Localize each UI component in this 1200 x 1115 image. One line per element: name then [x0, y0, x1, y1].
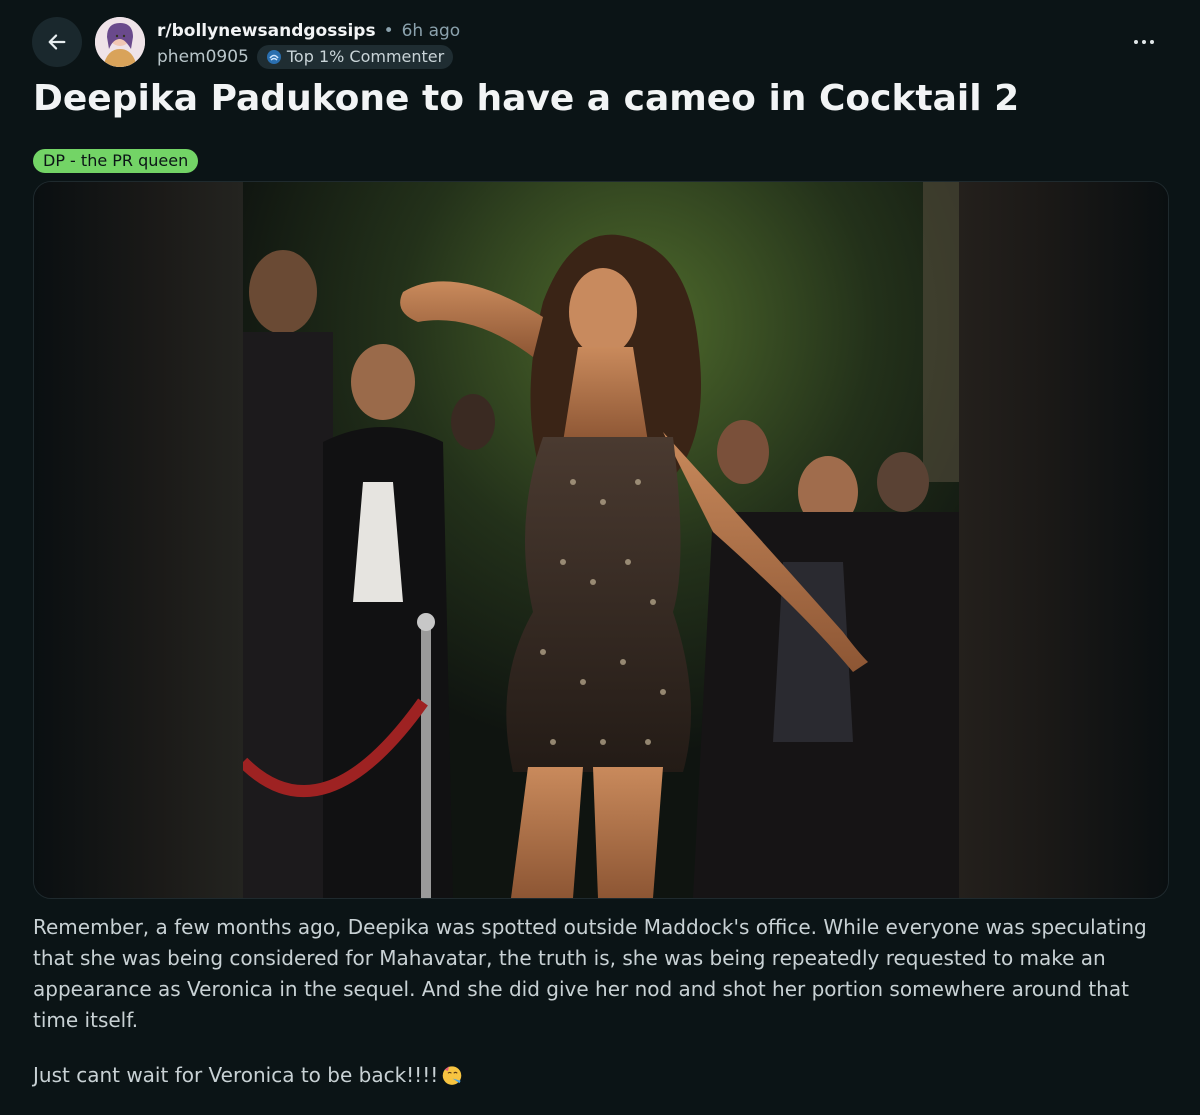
post-title[interactable]: Deepika Padukone to have a cameo in Cock…	[33, 72, 1033, 126]
arrow-left-icon	[48, 34, 66, 50]
post-body-paragraph: Just cant wait for Veronica to be back!!…	[33, 1060, 1173, 1091]
commenter-badge: Top 1% Commenter	[256, 45, 454, 69]
image-blur-backdrop-left	[34, 182, 244, 898]
separator-dot: •	[383, 21, 394, 41]
post-photo	[243, 182, 959, 898]
post-flair[interactable]: DP - the PR queen	[33, 149, 199, 173]
author-username[interactable]: phem0905	[157, 45, 249, 69]
post-title-text: Deepika Padukone to have a cameo in Cock…	[33, 78, 1020, 119]
post-image-container[interactable]	[33, 181, 1169, 899]
post-body-paragraph: Remember, a few months ago, Deepika was …	[33, 915, 1147, 1032]
more-dots-icon	[1134, 40, 1154, 44]
subreddit-name[interactable]: r/bollynewsandgossips	[157, 19, 376, 43]
face-with-party-horn-icon	[442, 1066, 462, 1085]
post-body: Remember, a few months ago, Deepika was …	[33, 912, 1173, 1115]
subreddit-avatar[interactable]	[95, 17, 145, 67]
badge-label: Top 1% Commenter	[286, 47, 445, 66]
avatar-image	[95, 17, 145, 67]
image-blur-backdrop-right	[958, 182, 1168, 898]
post-time: 6h ago	[401, 21, 461, 41]
back-button[interactable]	[32, 17, 82, 67]
commenter-badge-icon	[266, 50, 281, 64]
post-body-closing-text: Just cant wait for Veronica to be back!!…	[33, 1063, 439, 1087]
more-options-button[interactable]	[1124, 26, 1164, 58]
